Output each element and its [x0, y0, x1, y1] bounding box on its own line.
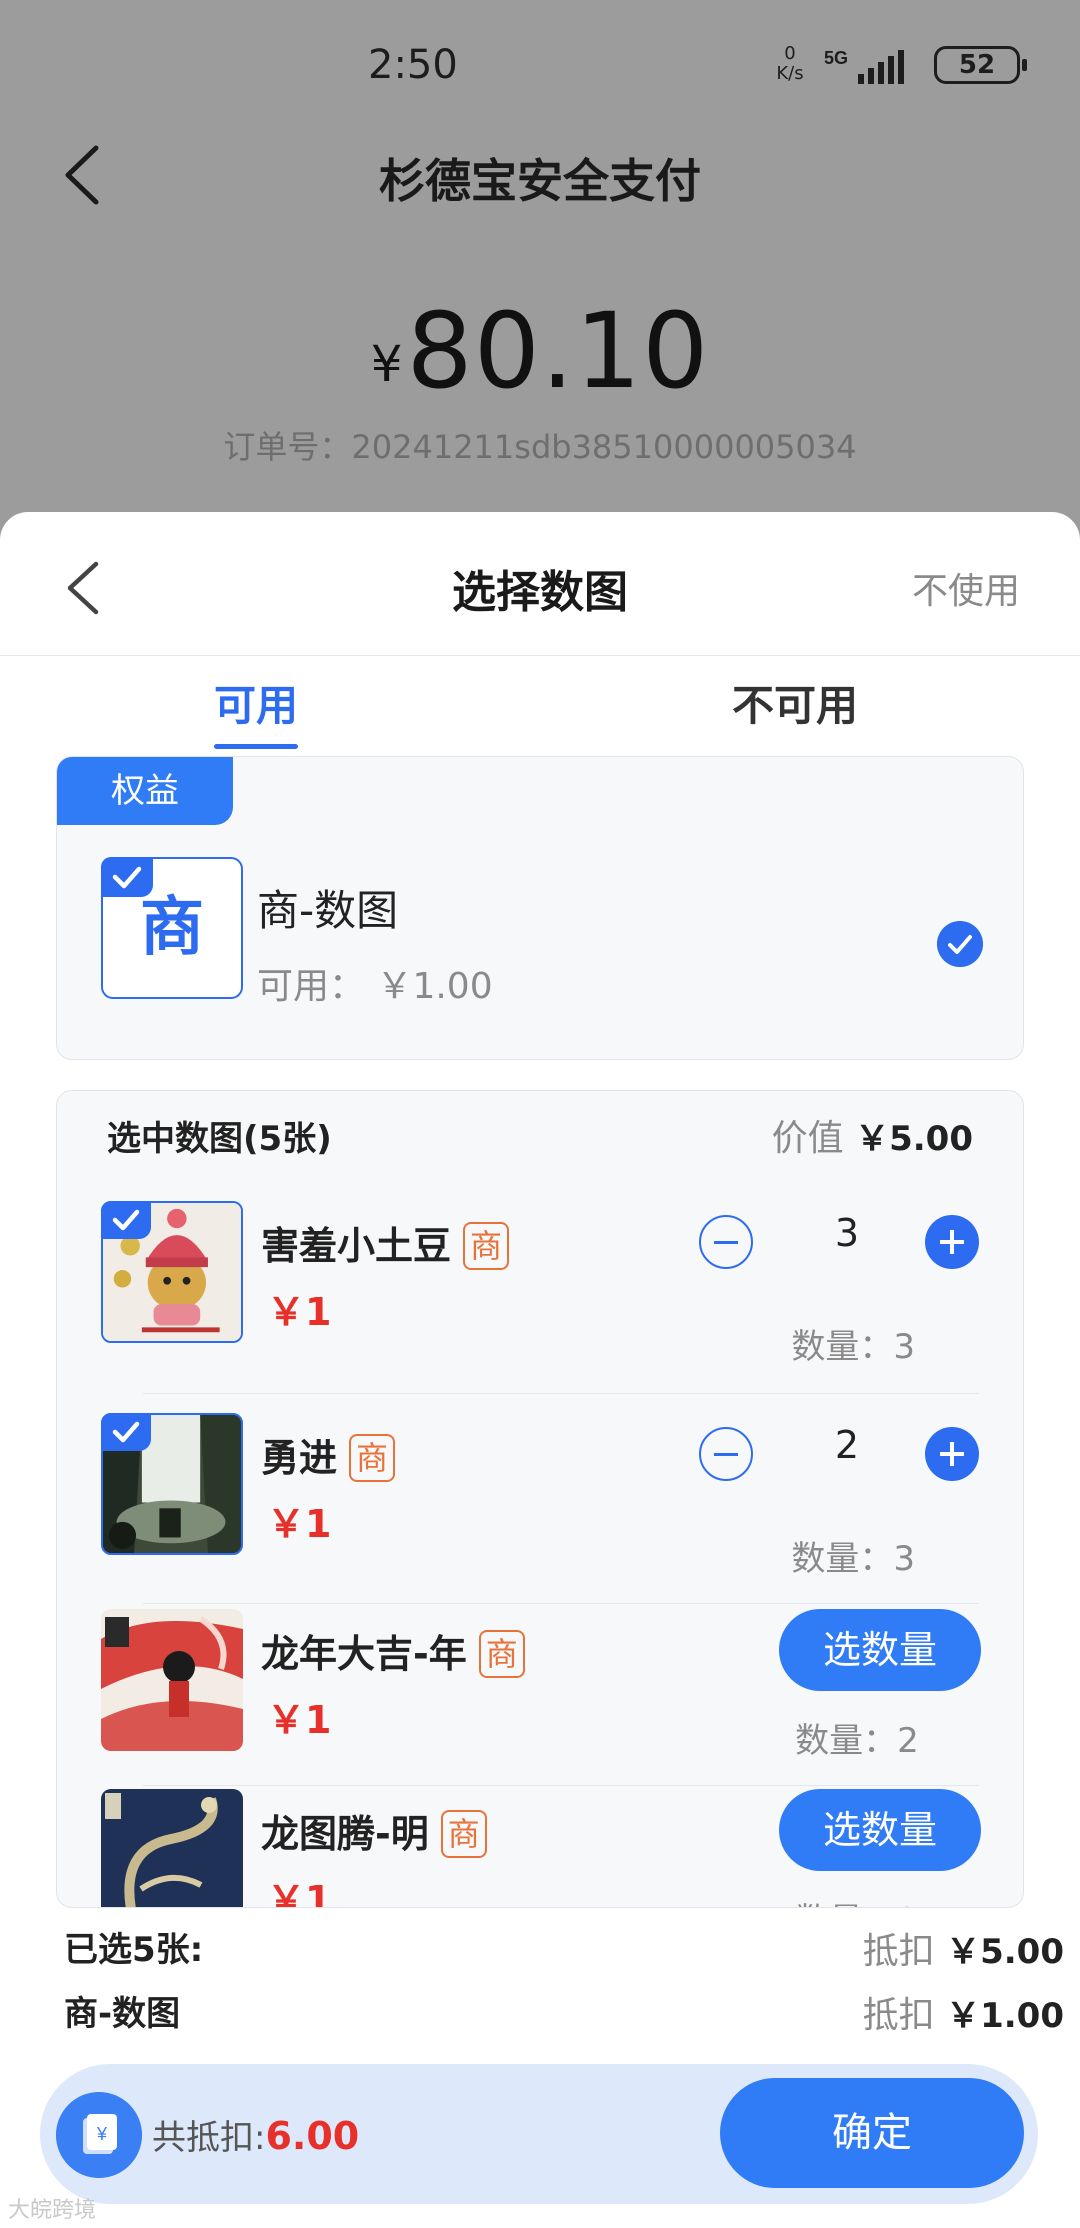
divider — [143, 1603, 979, 1604]
tab-available[interactable]: 可用 — [214, 672, 299, 749]
footer-bar: ¥ 共抵扣:6.00 确定 — [40, 2064, 1038, 2204]
item-name: 勇进商 — [261, 1427, 396, 1482]
item-count: 数量：3 — [791, 1539, 915, 1579]
merchant-thumbnail-char: 商 — [140, 891, 204, 965]
divider — [143, 1393, 979, 1394]
coupon-icon: ¥ — [56, 2092, 142, 2178]
no-use-button[interactable]: 不使用 — [912, 562, 1020, 614]
item-count: 数量：3 — [791, 1327, 915, 1367]
merchant-tag: 商 — [440, 1810, 487, 1858]
decrease-button[interactable] — [699, 1427, 753, 1481]
deduct-label: 抵扣 — [862, 1995, 935, 2036]
quantity-value: 2 — [834, 1423, 860, 1467]
summary-selected-row: 已选5张: 抵扣 ￥5.00 — [64, 1922, 1064, 1982]
checkmark-icon — [101, 1201, 151, 1239]
select-quantity-button[interactable]: 选数量 — [779, 1609, 981, 1691]
network-speed-unit: K/s — [776, 63, 804, 84]
item-count: 数量：2 — [795, 1721, 919, 1761]
total-deduction-value: 6.00 — [265, 2114, 360, 2158]
selected-images-card: 选中数图(5张) 价值 ￥5.00 害羞小土豆 商 ￥1 3 数量：3 勇进 商… — [56, 1090, 1024, 1908]
summary-deduct: 抵扣 ￥1.00 — [863, 1986, 1064, 2038]
rights-badge: 权益 — [57, 757, 233, 825]
item-price: ￥1 — [267, 1290, 332, 1334]
currency-symbol: ¥ — [370, 335, 403, 393]
total-deduction: 共抵扣:6.00 — [152, 2110, 359, 2159]
sheet-header: 选择数图 不使用 — [0, 512, 1080, 656]
watermark: 大皖跨境 — [8, 2198, 97, 2223]
deduct-value: ￥5.00 — [946, 1932, 1064, 1972]
item-name-text: 勇进 — [261, 1436, 338, 1480]
status-bar: 2:50 0 K/s 5G 52 — [0, 30, 1080, 100]
item-name-text: 害羞小土豆 — [261, 1224, 452, 1268]
quantity-value: 3 — [834, 1211, 860, 1255]
payment-page-backdrop: 2:50 0 K/s 5G 52 杉德宝安全支付 ¥80.10 订单号：2024… — [0, 0, 1080, 560]
list-item[interactable]: 龙图腾-明商 ￥1 选数量 数量：2 — [57, 1789, 1023, 1908]
merchant-thumbnail: 商 — [101, 857, 243, 999]
amount-value: 80.10 — [406, 290, 710, 412]
merchant-tag: 商 — [349, 1434, 396, 1482]
deduct-value: ￥1.00 — [946, 1996, 1064, 2036]
network-speed: 0 K/s — [770, 44, 810, 84]
tab-unavailable[interactable]: 不可用 — [732, 672, 858, 733]
select-quantity-button[interactable]: 选数量 — [779, 1789, 981, 1871]
item-name: 龙图腾-明商 — [261, 1803, 487, 1858]
page-title: 杉德宝安全支付 — [379, 154, 701, 208]
value-label: 价值 — [771, 1118, 844, 1159]
rights-name: 商-数图 — [257, 886, 399, 935]
item-name-text: 龙图腾-明 — [261, 1812, 429, 1856]
item-count: 数量：2 — [727, 1893, 987, 1907]
merchant-tag: 商 — [478, 1630, 525, 1678]
status-time: 2:50 — [368, 42, 458, 88]
merchant-tag: 商 — [463, 1222, 510, 1270]
item-name-text: 龙年大吉-年 — [261, 1632, 467, 1676]
summary-label: 已选5张: — [64, 1930, 204, 1970]
item-thumbnail — [101, 1789, 243, 1907]
item-thumbnail — [101, 1609, 243, 1751]
dragon-year-art-image — [101, 1609, 243, 1751]
payment-amount: ¥80.10 — [0, 290, 1080, 412]
network-speed-value: 0 — [784, 43, 796, 64]
checkmark-icon — [101, 1413, 151, 1451]
increase-button[interactable] — [925, 1215, 979, 1269]
item-name: 害羞小土豆商 — [261, 1215, 510, 1270]
tab-bar: 可用 不可用 — [0, 672, 1080, 752]
rights-available-amount: 可用： ￥1.00 — [257, 966, 493, 1007]
decrease-button[interactable] — [699, 1215, 753, 1269]
signal-5g-icon: 5G — [824, 48, 904, 84]
increase-button[interactable] — [925, 1427, 979, 1481]
selected-value: 价值 ￥5.00 — [772, 1109, 973, 1161]
dragon-totem-art-image — [101, 1789, 243, 1907]
status-indicators: 0 K/s 5G 52 — [720, 42, 1027, 92]
summary-deduct: 抵扣 ￥5.00 — [863, 1922, 1064, 1974]
network-type: 5G — [824, 48, 848, 68]
selected-count-header: 选中数图(5张) — [107, 1119, 332, 1159]
list-item[interactable]: 勇进商 ￥1 2 数量：3 — [57, 1413, 1023, 1609]
order-number: 订单号：20241211sdb38510000005034 — [223, 428, 857, 466]
summary-label: 商-数图 — [64, 1994, 181, 2034]
select-image-sheet: 选择数图 不使用 可用 不可用 权益 商 商-数图 可用： ￥1.00 选中数图… — [0, 512, 1080, 2228]
svg-text:¥: ¥ — [96, 2124, 108, 2144]
value-amount: ￥5.00 — [855, 1119, 973, 1159]
summary-rights-row: 商-数图 抵扣 ￥1.00 — [64, 1986, 1064, 2046]
confirm-button[interactable]: 确定 — [720, 2078, 1024, 2188]
item-price: ￥1 — [267, 1878, 332, 1908]
selected-check-icon[interactable] — [937, 921, 983, 967]
total-deduction-label: 共抵扣: — [152, 2118, 266, 2158]
list-item[interactable]: 龙年大吉-年商 ￥1 选数量 数量：2 — [57, 1609, 1023, 1805]
checkmark-icon — [101, 857, 153, 897]
divider — [143, 1785, 979, 1786]
list-item[interactable]: 害羞小土豆商 ￥1 3 数量：3 — [57, 1201, 1023, 1397]
rights-card[interactable]: 权益 商 商-数图 可用： ￥1.00 — [56, 756, 1024, 1060]
item-price: ￥1 — [267, 1698, 332, 1742]
battery-icon: 52 — [934, 46, 1027, 84]
item-name: 龙年大吉-年商 — [261, 1623, 525, 1678]
item-price: ￥1 — [267, 1502, 332, 1546]
deduct-label: 抵扣 — [862, 1931, 935, 1972]
